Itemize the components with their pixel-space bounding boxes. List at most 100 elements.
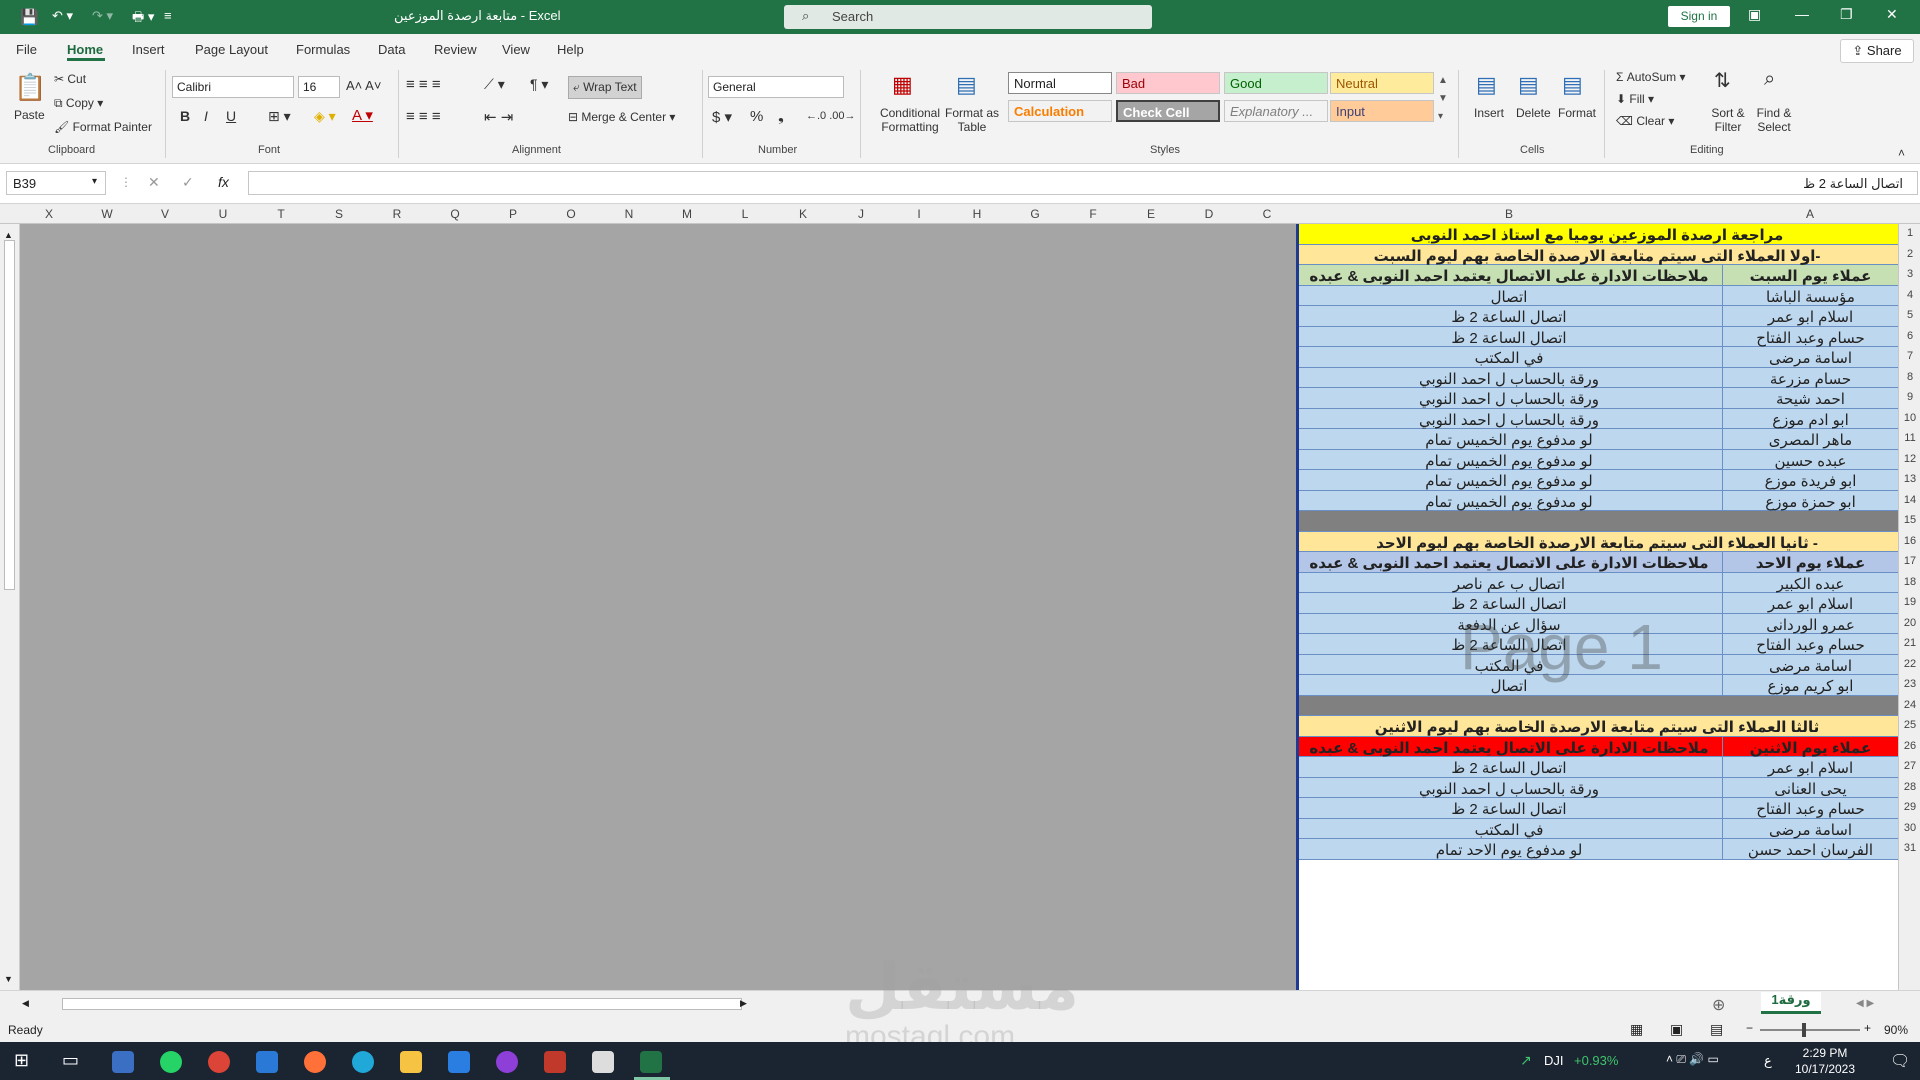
row-header[interactable]: 9 bbox=[1899, 391, 1920, 403]
indent-icons[interactable]: ⇤ ⇥ bbox=[484, 108, 513, 126]
conditional-formatting-icon[interactable]: ▦ bbox=[892, 72, 913, 98]
row-header[interactable]: 19 bbox=[1899, 596, 1920, 608]
windows-start-icon[interactable]: ⊞ bbox=[14, 1050, 29, 1071]
minimize-icon[interactable]: — bbox=[1795, 6, 1809, 22]
notes-cell[interactable]: اتصال الساعة 2 ظ bbox=[1296, 327, 1722, 347]
clear-button[interactable]: ⌫ Clear ▾ bbox=[1616, 114, 1674, 128]
redo-icon[interactable]: ↷ ▾ bbox=[92, 8, 113, 24]
customer-name-cell[interactable]: عبده حسين bbox=[1722, 449, 1898, 470]
notifications-icon[interactable]: 🗨 bbox=[1890, 1051, 1910, 1071]
format-as-table-icon[interactable]: ▤ bbox=[956, 72, 977, 98]
zoom-in-icon[interactable]: + bbox=[1864, 1021, 1871, 1035]
page-break-view-icon[interactable]: ▤ bbox=[1710, 1021, 1723, 1038]
row-header[interactable]: 14 bbox=[1899, 494, 1920, 506]
row-header[interactable]: 4 bbox=[1899, 289, 1920, 301]
tab-review[interactable]: Review bbox=[434, 42, 477, 57]
copy-button[interactable]: ⧉ Copy ▾ bbox=[54, 96, 103, 111]
column-header[interactable]: A bbox=[1722, 207, 1898, 221]
save-icon[interactable]: 💾 bbox=[20, 8, 39, 26]
notes-cell[interactable]: لو مدفوع يوم الخميس تمام bbox=[1296, 491, 1722, 511]
notes-cell[interactable]: لو مدفوع يوم الخميس تمام bbox=[1296, 450, 1722, 470]
enter-icon[interactable]: ✓ bbox=[182, 174, 194, 191]
insert-function-button[interactable]: fx bbox=[218, 174, 229, 190]
stock-ticker[interactable]: DJI bbox=[1544, 1053, 1564, 1068]
customer-name-cell[interactable]: اسامة مرضى bbox=[1722, 347, 1898, 367]
column-header[interactable]: J bbox=[832, 207, 890, 221]
column-header[interactable]: B bbox=[1296, 207, 1722, 221]
notes-cell[interactable]: في المكتب bbox=[1296, 347, 1722, 367]
column-header[interactable]: E bbox=[1122, 207, 1180, 221]
comma-style-icon[interactable]: ❟ bbox=[778, 108, 784, 125]
row-header[interactable]: 12 bbox=[1899, 453, 1920, 465]
customer-column-header-cell[interactable]: عملاء يوم الاحد bbox=[1722, 552, 1898, 572]
font-size-select[interactable]: 16 bbox=[298, 76, 340, 98]
styles-scroll-icon[interactable]: ▲ ▼ ▾ bbox=[1438, 72, 1448, 126]
customer-name-cell[interactable]: حسام مزرعة bbox=[1722, 367, 1898, 388]
row-header[interactable]: 26 bbox=[1899, 740, 1920, 752]
scroll-thumb[interactable] bbox=[4, 240, 15, 590]
row-header[interactable]: 28 bbox=[1899, 781, 1920, 793]
normal-view-icon[interactable]: ▦ bbox=[1630, 1021, 1643, 1038]
cut-button[interactable]: ✂ Cut bbox=[54, 72, 86, 86]
customer-name-cell[interactable]: احمد شيحة bbox=[1722, 388, 1898, 408]
row-header[interactable]: 16 bbox=[1899, 535, 1920, 547]
notes-cell[interactable]: لو مدفوع يوم الخميس تمام bbox=[1296, 470, 1722, 490]
notes-column-header-cell[interactable]: ملاحظات الادارة على الاتصال يعتمد احمد ا… bbox=[1296, 265, 1722, 303]
customer-name-cell[interactable]: اسامة مرضى bbox=[1722, 818, 1898, 839]
column-header[interactable]: U bbox=[194, 207, 252, 221]
collapse-ribbon-icon[interactable]: ˄ bbox=[1898, 146, 1905, 160]
clock-date[interactable]: 10/17/2023 bbox=[1786, 1062, 1864, 1076]
format-cells-button[interactable]: Format bbox=[1558, 106, 1596, 120]
style-explanatory[interactable]: Explanatory ... bbox=[1224, 100, 1328, 122]
row-header[interactable]: 7 bbox=[1899, 350, 1920, 362]
fill-button[interactable]: ⬇ Fill ▾ bbox=[1616, 92, 1654, 106]
row-header[interactable]: 30 bbox=[1899, 822, 1920, 834]
zoom-out-icon[interactable]: − bbox=[1746, 1021, 1753, 1035]
tab-formulas[interactable]: Formulas bbox=[296, 42, 350, 57]
increase-font-icon[interactable]: A˄ A˅ bbox=[346, 78, 381, 93]
customer-name-cell[interactable]: اسلام ابو عمر bbox=[1722, 306, 1898, 326]
scroll-down-icon[interactable]: ▼ bbox=[4, 974, 13, 984]
page-layout-view-icon[interactable]: ▣ bbox=[1670, 1021, 1683, 1038]
row-header[interactable]: 8 bbox=[1899, 371, 1920, 383]
notes-cell[interactable]: اتصال الساعة 2 ظ bbox=[1296, 757, 1722, 777]
clock-time[interactable]: 2:29 PM bbox=[1790, 1046, 1860, 1060]
notes-cell[interactable]: في المكتب bbox=[1296, 819, 1722, 839]
zoom-level[interactable]: 90% bbox=[1884, 1023, 1908, 1037]
format-painter-button[interactable]: 🖌 Format Painter bbox=[54, 120, 152, 134]
row-header[interactable]: 20 bbox=[1899, 617, 1920, 629]
customer-column-header-cell[interactable]: عملاء يوم السبت bbox=[1722, 265, 1898, 285]
notes-cell[interactable]: لو مدفوع يوم الخميس تمام bbox=[1296, 429, 1722, 449]
delete-cells-icon[interactable]: ▤ bbox=[1518, 72, 1539, 98]
borders-icon[interactable]: ⊞ ▾ bbox=[268, 108, 291, 125]
customer-name-cell[interactable]: الفرسان احمد حسن bbox=[1722, 839, 1898, 859]
column-header[interactable]: H bbox=[948, 207, 1006, 221]
find-select-icon[interactable]: ⌕ bbox=[1764, 68, 1775, 91]
name-box[interactable]: B39 bbox=[6, 171, 106, 195]
delete-cells-button[interactable]: Delete bbox=[1516, 106, 1551, 120]
row-header[interactable]: 2 bbox=[1899, 248, 1920, 260]
row-header[interactable]: 3 bbox=[1899, 268, 1920, 280]
notes-cell[interactable]: اتصال الساعة 2 ظ bbox=[1296, 798, 1722, 818]
zoom-slider-thumb[interactable] bbox=[1802, 1023, 1806, 1037]
fill-color-icon[interactable]: ◈ ▾ bbox=[314, 108, 336, 125]
app-icon-4[interactable] bbox=[592, 1051, 614, 1073]
notes-cell[interactable]: اتصال الساعة 2 ظ bbox=[1296, 306, 1722, 326]
row-header[interactable]: 15 bbox=[1899, 514, 1920, 526]
section-title-cell[interactable]: - ثانيا العملاء التى سيتم متابعة الارصدة… bbox=[1296, 532, 1898, 552]
sort-filter-icon[interactable]: ⇅ bbox=[1714, 68, 1731, 93]
column-header[interactable]: W bbox=[78, 207, 136, 221]
row-header[interactable]: 27 bbox=[1899, 760, 1920, 772]
percent-button[interactable]: % bbox=[750, 108, 763, 125]
font-name-select[interactable]: Calibri bbox=[172, 76, 294, 98]
row-header[interactable]: 10 bbox=[1899, 412, 1920, 424]
column-header[interactable]: M bbox=[658, 207, 716, 221]
style-input[interactable]: Input bbox=[1330, 100, 1434, 122]
notes-cell[interactable]: اتصال bbox=[1296, 286, 1722, 306]
column-header[interactable]: P bbox=[484, 207, 542, 221]
customer-name-cell[interactable]: ابو كريم موزع bbox=[1722, 675, 1898, 695]
sheet-tab[interactable]: ورقة1 bbox=[1761, 992, 1821, 1014]
vertical-scrollbar[interactable]: ▲ ▼ bbox=[0, 224, 20, 990]
insert-cells-icon[interactable]: ▤ bbox=[1476, 72, 1497, 98]
notes-cell[interactable]: لو مدفوع يوم الاحد تمام bbox=[1296, 839, 1722, 859]
